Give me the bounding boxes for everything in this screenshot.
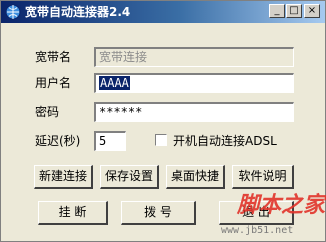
- account-name-value: 宽带连接: [99, 50, 148, 64]
- account-name-label: 宽带名: [35, 50, 72, 64]
- minimize-button[interactable]: _: [269, 4, 285, 18]
- hang-up-button[interactable]: 挂 断: [38, 201, 108, 225]
- delay-value: 5: [99, 134, 107, 148]
- password-value: ******: [99, 105, 143, 119]
- window-title: 宽带自动连接器2.4: [25, 5, 131, 19]
- dial-button[interactable]: 拨 号: [121, 201, 196, 225]
- username-label: 用户名: [35, 76, 72, 90]
- software-help-button[interactable]: 软件说明: [232, 165, 294, 189]
- username-input[interactable]: AAAA: [94, 73, 294, 93]
- save-settings-button[interactable]: 保存设置: [100, 165, 159, 189]
- password-input[interactable]: ******: [94, 102, 294, 122]
- new-connection-button[interactable]: 新建连接: [34, 165, 93, 189]
- desktop-shortcut-button[interactable]: 桌面快捷: [166, 165, 225, 189]
- globe-app-icon: [5, 4, 21, 20]
- username-value: AAAA: [99, 76, 130, 90]
- autostart-checkbox[interactable]: [155, 134, 167, 146]
- maximize-button[interactable]: □: [286, 4, 302, 18]
- autostart-label[interactable]: 开机自动连接ADSL: [173, 133, 277, 149]
- delay-input[interactable]: 5: [94, 131, 126, 151]
- delay-label: 延迟(秒): [35, 134, 81, 148]
- watermark-logo: 脚本之家: [237, 192, 326, 218]
- title-bar[interactable]: 宽带自动连接器2.4 _ □ ×: [1, 1, 325, 23]
- close-button[interactable]: ×: [304, 4, 320, 18]
- password-label: 密码: [35, 105, 60, 119]
- app-window: 宽带自动连接器2.4 _ □ × 宽带名 宽带连接 用户名 AAAA 密码 **…: [0, 0, 326, 242]
- watermark-url: www.jb51.net: [221, 225, 294, 236]
- account-name-field: 宽带连接: [94, 47, 294, 67]
